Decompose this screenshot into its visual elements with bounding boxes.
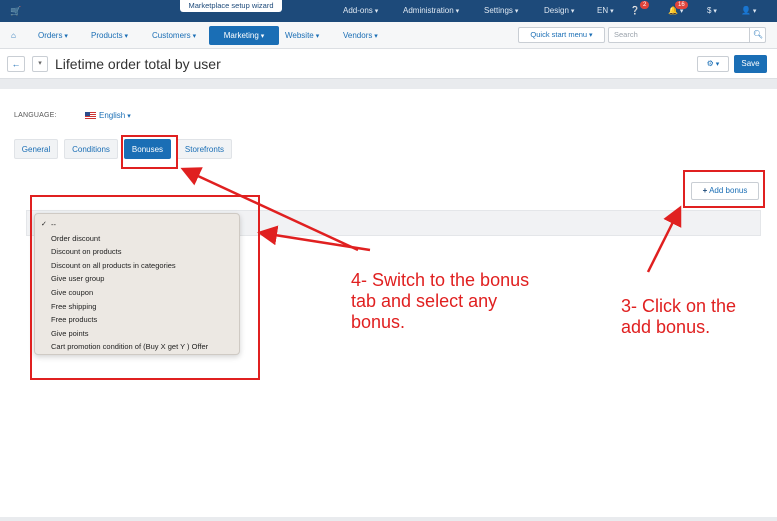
top-bar: 🛒 Marketplace setup wizard Add-ons Admin… <box>0 0 777 22</box>
nav-marketing[interactable]: Marketing <box>209 26 279 45</box>
gear-icon[interactable]: ⚙ <box>697 56 729 72</box>
page-title: Lifetime order total by user <box>55 56 221 72</box>
step4-note: 4- Switch to the bonus tab and select an… <box>351 270 529 333</box>
menu-design[interactable]: Design <box>544 6 574 15</box>
nav-orders[interactable]: Orders <box>38 31 68 40</box>
cart-icon[interactable]: 🛒 <box>10 6 21 17</box>
tab-storefronts[interactable]: Storefronts <box>177 139 232 159</box>
title-bar: ← ▾ Lifetime order total by user ⚙ Save <box>0 49 777 79</box>
home-icon[interactable]: ⌂ <box>11 31 16 40</box>
nav-vendors[interactable]: Vendors <box>343 31 378 40</box>
user-icon[interactable]: 👤 <box>741 6 756 15</box>
main-nav: ⌂ Orders Products Customers Marketing We… <box>0 22 777 49</box>
save-button[interactable]: Save <box>734 55 767 73</box>
step3-line: 3- Click on the <box>621 296 737 316</box>
help-badge: 2 <box>640 1 650 9</box>
language-select[interactable]: English <box>85 111 131 120</box>
language-value: English <box>99 111 131 120</box>
tab-conditions[interactable]: Conditions <box>64 139 118 159</box>
menu-addons[interactable]: Add-ons <box>343 6 378 15</box>
highlight-bonuses-tab <box>121 135 178 169</box>
back-arrow-icon[interactable]: ← <box>7 56 25 72</box>
step4-line: bonus. <box>351 312 406 332</box>
menu-settings[interactable]: Settings <box>484 6 518 15</box>
highlight-add-bonus <box>683 170 765 208</box>
step3-line: add bonus. <box>621 317 711 337</box>
quick-start-menu[interactable]: Quick start menu <box>518 27 605 43</box>
us-flag-icon <box>85 112 96 119</box>
nav-customers[interactable]: Customers <box>152 31 196 40</box>
step3-note: 3- Click on the add bonus. <box>621 296 736 338</box>
chevron-down-icon[interactable]: ▾ <box>32 56 48 72</box>
help-icon[interactable]: ❔ <box>630 6 640 15</box>
menu-administration[interactable]: Administration <box>403 6 459 15</box>
nav-products[interactable]: Products <box>91 31 128 40</box>
search-input[interactable]: Search <box>608 27 766 43</box>
bottom-bar <box>0 517 777 521</box>
setup-wizard-button[interactable]: Marketplace setup wizard <box>180 0 282 12</box>
step4-line: 4- Switch to the bonus <box>351 270 530 290</box>
search-icon[interactable]: 🔍︎ <box>749 27 766 43</box>
nav-website[interactable]: Website <box>285 31 319 40</box>
menu-language[interactable]: EN <box>597 6 614 15</box>
step4-line: tab and select any <box>351 291 498 311</box>
menu-currency[interactable]: $ <box>707 6 717 15</box>
highlight-dropdown <box>30 195 260 380</box>
notifications-badge: 16 <box>675 1 688 9</box>
tab-general[interactable]: General <box>14 139 58 159</box>
language-label: LANGUAGE: <box>14 112 57 119</box>
